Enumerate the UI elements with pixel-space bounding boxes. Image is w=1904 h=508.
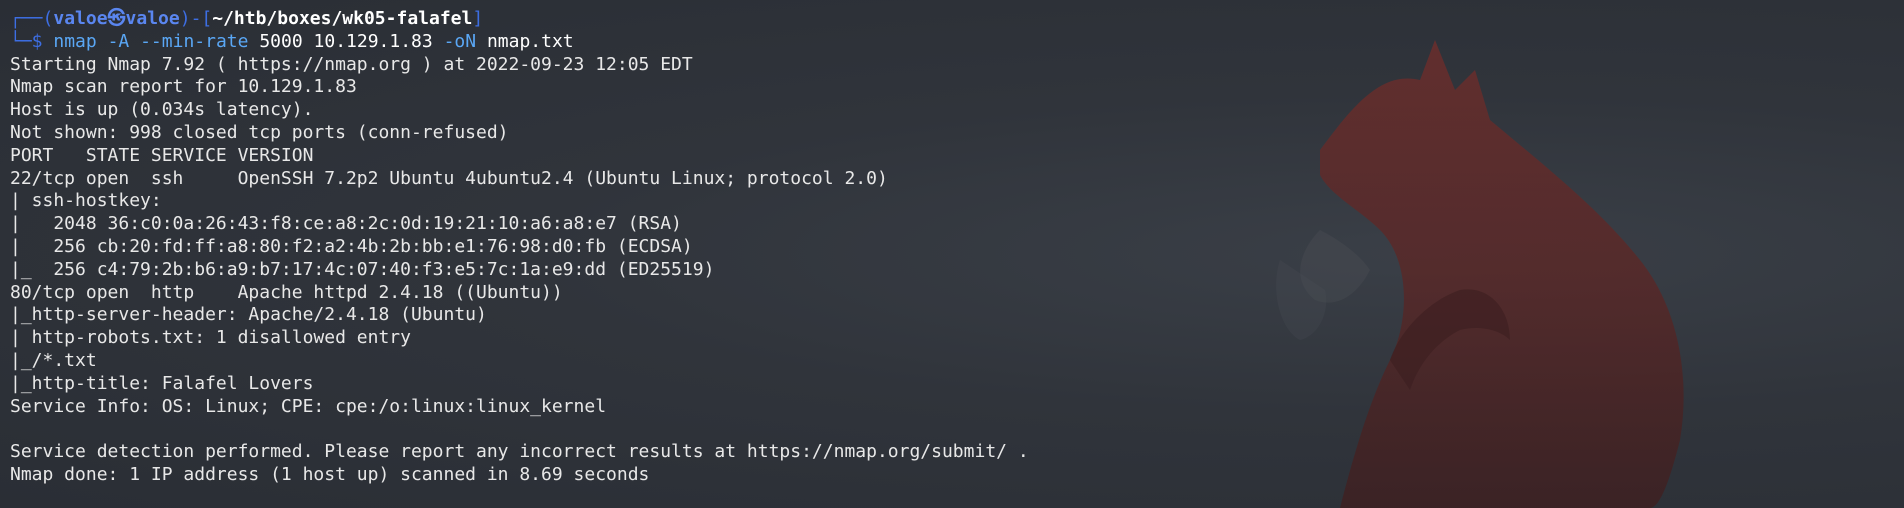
- output-line: Starting Nmap 7.92 ( https://nmap.org ) …: [10, 53, 693, 75]
- output-line: |_http-server-header: Apache/2.4.18 (Ubu…: [10, 304, 487, 326]
- output-line: |_http-title: Falafel Lovers: [10, 372, 314, 394]
- output-line: | 256 cb:20:fd:ff:a8:80:f2:a2:4b:2b:bb:e…: [10, 235, 693, 257]
- output-line: PORT STATE SERVICE VERSION: [10, 144, 314, 166]
- output-line: |_/*.txt: [10, 349, 97, 371]
- output-line: 22/tcp open ssh OpenSSH 7.2p2 Ubuntu 4ub…: [10, 167, 888, 189]
- output-line: | 2048 36:c0:0a:26:43:f8:ce:a8:2c:0d:19:…: [10, 213, 682, 235]
- output-line: Not shown: 998 closed tcp ports (conn-re…: [10, 121, 509, 143]
- prompt-mid: )-[: [179, 8, 213, 29]
- prompt-at-symbol: ㉿: [107, 8, 126, 29]
- output-line: | http-robots.txt: 1 disallowed entry: [10, 327, 422, 349]
- prompt-corner-top: ┌──(: [10, 8, 54, 29]
- output-line-blank: [10, 418, 1904, 441]
- output-line: Nmap scan report for 10.129.1.83: [10, 76, 357, 98]
- prompt-corner-bottom: └─$: [10, 30, 43, 52]
- output-line: 80/tcp open http Apache httpd 2.4.18 ((U…: [10, 281, 563, 303]
- command-flag-a: -A: [107, 30, 130, 52]
- output-line: Host is up (0.034s latency).: [10, 99, 314, 121]
- output-line: |_ 256 c4:79:2b:b6:a9:b7:17:4c:07:40:f3:…: [10, 258, 715, 280]
- output-line: | ssh-hostkey:: [10, 190, 173, 212]
- prompt-path: ~/htb/boxes/wk05-falafel: [212, 8, 473, 29]
- prompt-line-2: └─$ nmap -A --min-rate 5000 10.129.1.83 …: [10, 31, 1904, 54]
- command-target: 10.129.1.83: [313, 30, 433, 52]
- command-flag-min-rate: --min-rate: [140, 30, 249, 52]
- command-name: nmap: [53, 30, 97, 52]
- terminal-output: ┌──(valoe㉿valoe)-[~/htb/boxes/wk05-falaf…: [0, 0, 1904, 487]
- prompt-host: valoe: [125, 8, 180, 29]
- command-flag-on: -oN: [443, 30, 477, 52]
- command-outfile: nmap.txt: [486, 30, 574, 52]
- output-line: Service Info: OS: Linux; CPE: cpe:/o:lin…: [10, 395, 607, 417]
- prompt-user: valoe: [53, 8, 108, 29]
- command-min-rate-value: 5000: [259, 30, 303, 52]
- prompt-line-1: ┌──(valoe㉿valoe)-[~/htb/boxes/wk05-falaf…: [10, 8, 1904, 31]
- output-line: Nmap done: 1 IP address (1 host up) scan…: [10, 463, 650, 485]
- terminal-window[interactable]: ┌──(valoe㉿valoe)-[~/htb/boxes/wk05-falaf…: [0, 0, 1904, 508]
- output-line: Service detection performed. Please repo…: [10, 441, 1029, 463]
- prompt-end: ]: [472, 8, 484, 29]
